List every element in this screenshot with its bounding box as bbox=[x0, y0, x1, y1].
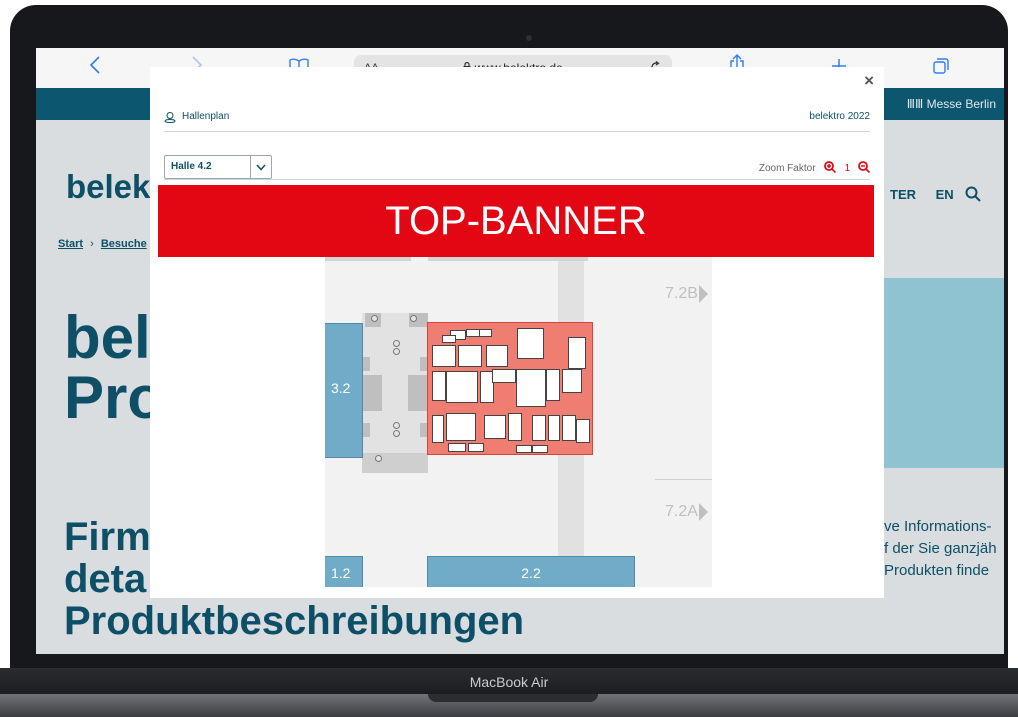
plan-title: Hallenplan bbox=[182, 111, 230, 122]
sub-heading-line-3: Produktbeschreibungen bbox=[64, 599, 525, 643]
hero-image bbox=[872, 278, 1004, 468]
event-label: belektro 2022 bbox=[809, 111, 870, 122]
column-marker bbox=[393, 340, 400, 347]
exhibitor-area[interactable] bbox=[427, 322, 593, 455]
modal-header: Hallenplan belektro 2022 bbox=[164, 109, 870, 132]
hall-edge-top-left bbox=[325, 257, 411, 261]
camera-dot bbox=[526, 35, 532, 41]
zoom-in-icon[interactable] bbox=[824, 160, 839, 174]
stand[interactable] bbox=[479, 329, 492, 337]
intro-line-2: f der Sie ganzjäh bbox=[884, 540, 997, 557]
hall-1-2-label: 1.2 bbox=[331, 565, 351, 581]
stand[interactable] bbox=[576, 419, 590, 443]
intro-text: ve Informations- f der Sie ganzjäh Produ… bbox=[884, 516, 997, 582]
stand[interactable] bbox=[508, 413, 522, 441]
stand[interactable] bbox=[568, 337, 586, 369]
messe-berlin-icon: ⅢⅢ bbox=[906, 97, 927, 111]
foyer-block bbox=[362, 453, 428, 473]
exit-7-2a-label: 7.2A bbox=[665, 503, 698, 521]
laptop-notch bbox=[428, 694, 598, 702]
stand[interactable] bbox=[446, 413, 476, 441]
arrow-right-icon bbox=[698, 285, 708, 303]
nav-item-partial[interactable]: TER bbox=[890, 187, 916, 202]
stand[interactable] bbox=[516, 369, 546, 407]
hall-edge-top-mid bbox=[428, 257, 588, 261]
column-marker bbox=[410, 315, 417, 322]
exit-7-2b-label: 7.2B bbox=[665, 285, 698, 303]
zoom-control: Zoom Faktor 1 bbox=[758, 160, 871, 174]
tabs-icon bbox=[933, 58, 949, 74]
breadcrumb-besucher[interactable]: Besuche bbox=[101, 238, 147, 250]
stand[interactable] bbox=[516, 445, 532, 453]
stand[interactable] bbox=[532, 445, 548, 453]
hall-2-2[interactable]: 2.2 bbox=[427, 556, 635, 587]
language-switch[interactable]: EN bbox=[936, 187, 954, 202]
stand[interactable] bbox=[492, 369, 516, 383]
site-nav-right: TER EN bbox=[890, 184, 982, 204]
intro-line-3: Produkten finde bbox=[884, 562, 990, 579]
hall-2-2-label: 2.2 bbox=[521, 565, 541, 581]
column-marker bbox=[375, 455, 382, 462]
divider-line bbox=[655, 479, 712, 480]
stand[interactable] bbox=[432, 415, 444, 443]
partner-link[interactable]: ⅢⅢ Messe Berlin bbox=[907, 88, 996, 120]
stand[interactable] bbox=[466, 329, 480, 337]
hall-select-value: Halle 4.2 bbox=[171, 161, 212, 172]
zoom-value: 1 bbox=[844, 163, 851, 174]
stand[interactable] bbox=[442, 335, 456, 343]
hall-select[interactable]: Halle 4.2 bbox=[164, 155, 272, 179]
foyer-block bbox=[408, 375, 428, 411]
foyer-block bbox=[362, 423, 370, 437]
stand[interactable] bbox=[517, 328, 544, 359]
stand[interactable] bbox=[484, 415, 506, 439]
hall-controls: Halle 4.2 Zoom Faktor 1 bbox=[164, 155, 871, 180]
zoom-out-icon[interactable] bbox=[858, 160, 871, 174]
column-marker bbox=[371, 315, 378, 322]
stand[interactable] bbox=[532, 415, 546, 441]
breadcrumb-separator: › bbox=[90, 238, 94, 250]
floor-plan[interactable]: 3.2 7.2B 7.2A 1.2 2.2 bbox=[325, 257, 712, 587]
column-marker bbox=[393, 348, 400, 355]
top-banner[interactable]: TOP-BANNER bbox=[158, 185, 874, 257]
stand[interactable] bbox=[562, 415, 576, 441]
foyer-block bbox=[362, 357, 370, 371]
stand[interactable] bbox=[448, 443, 466, 452]
screen: AA www.belektro.de ⅢⅢ Messe Berlin belek bbox=[36, 48, 1004, 654]
column-marker bbox=[393, 430, 400, 437]
stand[interactable] bbox=[546, 369, 560, 401]
close-button[interactable]: × bbox=[864, 71, 874, 91]
stand[interactable] bbox=[432, 345, 456, 367]
stand[interactable] bbox=[446, 371, 478, 403]
back-button[interactable] bbox=[80, 48, 110, 88]
stand[interactable] bbox=[458, 345, 482, 367]
map-pin-icon bbox=[164, 111, 176, 126]
hallenplan-modal: × Hallenplan belektro 2022 Halle 4.2 Zoo… bbox=[150, 67, 884, 598]
hall-3-2[interactable]: 3.2 bbox=[325, 323, 363, 458]
breadcrumb: Start › Besuche bbox=[58, 238, 147, 250]
chevron-left-icon bbox=[89, 56, 100, 74]
stand[interactable] bbox=[432, 371, 446, 401]
site-logo[interactable]: belek bbox=[66, 168, 150, 206]
chevron-down-icon[interactable] bbox=[250, 156, 271, 178]
stand[interactable] bbox=[548, 415, 560, 441]
stand[interactable] bbox=[468, 443, 484, 452]
column-marker bbox=[393, 422, 400, 429]
tabs-button[interactable] bbox=[926, 48, 956, 88]
breadcrumb-start[interactable]: Start bbox=[58, 238, 83, 250]
stand[interactable] bbox=[562, 369, 582, 393]
stand[interactable] bbox=[486, 345, 508, 367]
exit-7-2a[interactable]: 7.2A bbox=[665, 503, 708, 521]
exit-7-2b[interactable]: 7.2B bbox=[665, 285, 708, 303]
hall-1-2[interactable]: 1.2 bbox=[325, 556, 363, 587]
search-icon[interactable] bbox=[965, 184, 982, 203]
zoom-label: Zoom Faktor bbox=[758, 163, 816, 174]
device-label: MacBook Air bbox=[469, 674, 549, 690]
foyer-block bbox=[362, 375, 382, 411]
arrow-right-icon bbox=[698, 503, 708, 521]
intro-line-1: ve Informations- bbox=[884, 518, 992, 535]
partner-label: Messe Berlin bbox=[926, 97, 996, 111]
hall-3-2-label: 3.2 bbox=[331, 380, 351, 396]
